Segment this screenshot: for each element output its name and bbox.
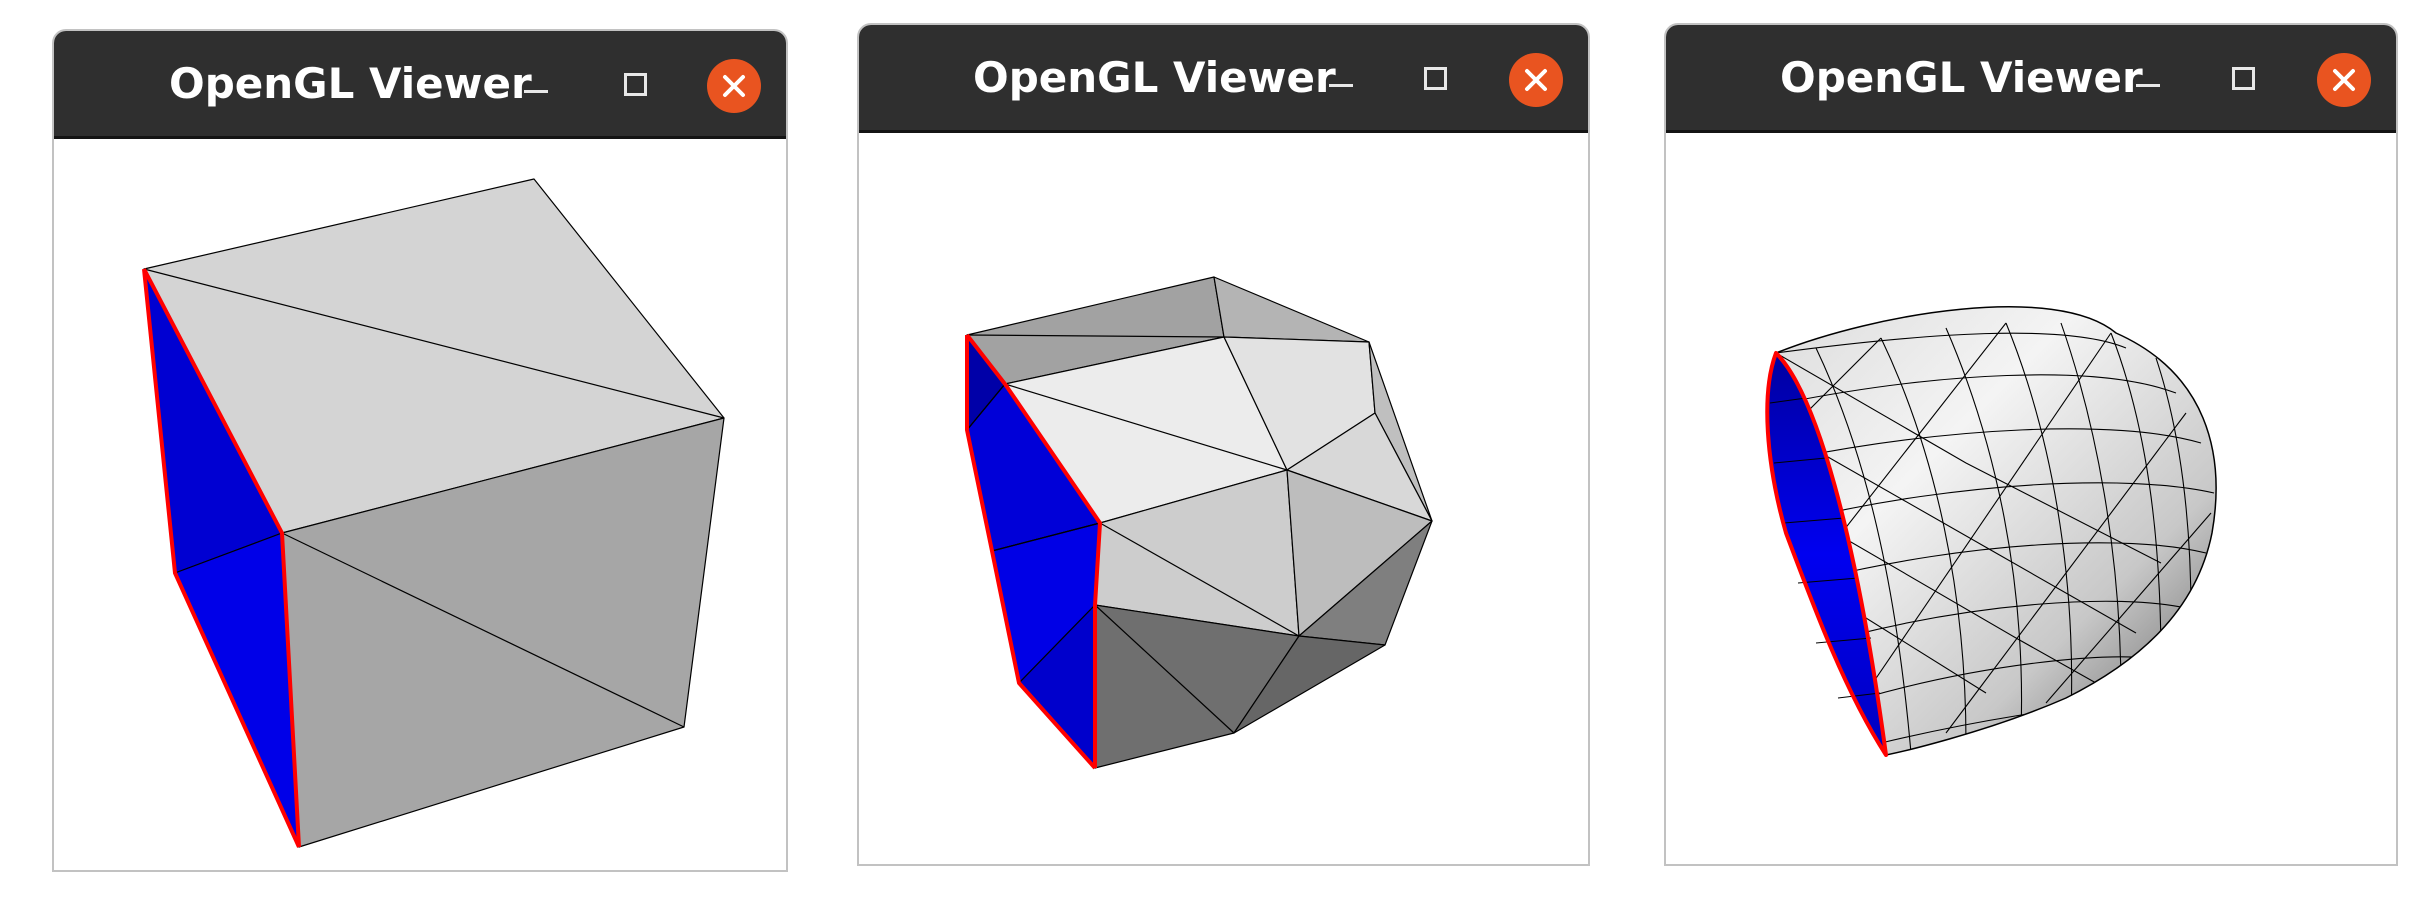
opengl-viewer-window-1: OpenGL Viewer [52, 29, 788, 872]
mesh-render [965, 276, 1433, 770]
gl-viewport[interactable] [54, 139, 786, 870]
title-bar[interactable]: OpenGL Viewer [54, 31, 786, 139]
close-icon[interactable] [1509, 53, 1563, 107]
minimize-icon[interactable] [524, 90, 548, 93]
maximize-icon[interactable] [2232, 67, 2255, 90]
minimize-icon[interactable] [1329, 84, 1353, 87]
opengl-viewer-window-2: OpenGL Viewer [857, 23, 1590, 866]
gl-viewport[interactable] [859, 133, 1588, 864]
close-icon[interactable] [2317, 53, 2371, 107]
maximize-icon[interactable] [1424, 67, 1447, 90]
mesh-face [1213, 276, 1370, 343]
mesh-render [142, 178, 725, 848]
window-title: OpenGL Viewer [973, 53, 1336, 102]
maximize-icon[interactable] [624, 73, 647, 96]
title-bar[interactable]: OpenGL Viewer [859, 25, 1588, 133]
gl-viewport[interactable] [1666, 133, 2396, 864]
window-title: OpenGL Viewer [169, 59, 532, 108]
close-icon[interactable] [707, 59, 761, 113]
title-bar[interactable]: OpenGL Viewer [1666, 25, 2396, 133]
mesh-render [1765, 306, 2217, 757]
opengl-viewer-window-3: OpenGL Viewer [1664, 23, 2398, 866]
inner-face [174, 532, 300, 848]
window-title: OpenGL Viewer [1780, 53, 2143, 102]
minimize-icon[interactable] [2136, 84, 2160, 87]
